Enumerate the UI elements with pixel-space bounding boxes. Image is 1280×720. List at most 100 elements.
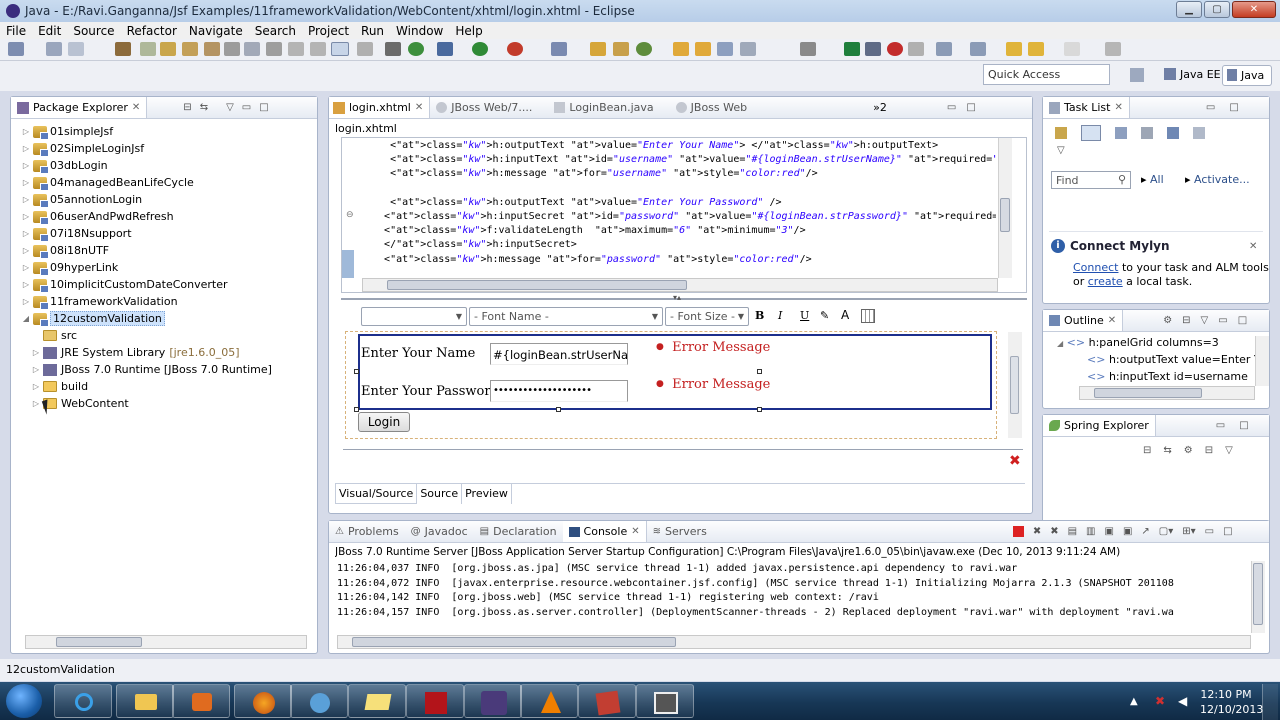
menu-help[interactable]: Help bbox=[449, 24, 488, 38]
source-code[interactable]: <"at">class="kw">h:outputText "at">value… bbox=[366, 139, 996, 267]
tree-child-item[interactable]: src bbox=[21, 327, 317, 344]
close-icon[interactable]: ✕ bbox=[1108, 315, 1116, 326]
project-item[interactable]: ▷ 10implicitCustomDateConverter bbox=[21, 276, 317, 293]
text-icon[interactable] bbox=[224, 42, 240, 56]
table-insert-icon[interactable] bbox=[861, 309, 875, 323]
profile-icon[interactable] bbox=[865, 42, 881, 56]
preview-vertical-scrollbar[interactable] bbox=[1008, 332, 1022, 438]
tree-child-item[interactable]: ▷ WebContent bbox=[21, 395, 317, 412]
scroll-thumb[interactable] bbox=[1253, 563, 1263, 625]
outline-row[interactable]: <> h:inputText id=username bbox=[1087, 370, 1255, 383]
menu-source[interactable]: Source bbox=[67, 24, 120, 38]
minimize-button[interactable]: ▁ bbox=[1176, 1, 1202, 18]
maximize-view-icon[interactable]: □ bbox=[259, 102, 268, 113]
cut-icon[interactable] bbox=[385, 42, 401, 56]
outline-vertical-scrollbar[interactable] bbox=[1255, 336, 1269, 386]
close-tab-icon[interactable]: ✕ bbox=[415, 102, 423, 113]
collapsed-arrow-icon[interactable]: ▷ bbox=[31, 348, 41, 357]
clock[interactable]: 12:10 PM 12/10/2013 bbox=[1200, 687, 1263, 717]
maximize-view-icon[interactable]: □ bbox=[1229, 102, 1238, 113]
collapsed-arrow-icon[interactable]: ▷ bbox=[31, 382, 41, 391]
login-button[interactable]: Login bbox=[358, 412, 410, 432]
next-annotation-icon[interactable] bbox=[970, 42, 986, 56]
external-tools-icon[interactable] bbox=[507, 42, 523, 56]
collapsed-arrow-icon[interactable]: ▷ bbox=[21, 212, 31, 221]
tab-outline[interactable]: Outline ✕ bbox=[1043, 310, 1124, 331]
perspective-java[interactable]: Java bbox=[1222, 65, 1272, 86]
taskbar-window-button[interactable] bbox=[636, 684, 694, 718]
refresh-icon[interactable] bbox=[636, 42, 652, 56]
annotation-icon[interactable] bbox=[936, 42, 952, 56]
menu-search[interactable]: Search bbox=[249, 24, 302, 38]
project-item[interactable]: ▷ 11frameworkValidation bbox=[21, 293, 317, 310]
collapsed-arrow-icon[interactable]: ▷ bbox=[21, 178, 31, 187]
font-color-icon[interactable]: A bbox=[841, 308, 849, 322]
collapse-all-icon[interactable]: ⊟ bbox=[183, 102, 191, 113]
folder-open-icon[interactable] bbox=[182, 42, 198, 56]
collapse-all-icon[interactable]: ⊟ bbox=[1182, 315, 1190, 326]
console-horizontal-scrollbar[interactable] bbox=[337, 635, 1251, 649]
menu-refactor[interactable]: Refactor bbox=[121, 24, 183, 38]
toggle-icon[interactable] bbox=[331, 42, 349, 56]
tab-package-explorer[interactable]: Package Explorer ✕ bbox=[11, 97, 148, 118]
scroll-thumb[interactable] bbox=[387, 280, 687, 290]
error-indicator-icon[interactable]: ✖ bbox=[1009, 453, 1021, 469]
tab-jboss-web-1[interactable]: JBoss Web/7.... bbox=[430, 97, 538, 118]
start-button[interactable] bbox=[6, 684, 42, 718]
panel-grid[interactable]: Enter Your Name #{loginBean.strUserNar ●… bbox=[358, 334, 992, 410]
collapsed-arrow-icon[interactable]: ▷ bbox=[21, 127, 31, 136]
task-view-menu-icon[interactable]: ▽ bbox=[1057, 145, 1065, 156]
minimize-view-icon[interactable]: ▭ bbox=[1206, 102, 1215, 113]
export-icon[interactable] bbox=[204, 42, 220, 56]
resize-handle[interactable] bbox=[757, 369, 762, 374]
collapse-icon[interactable] bbox=[1167, 127, 1179, 139]
show-desktop-button[interactable] bbox=[1262, 684, 1278, 720]
tree-child-item[interactable]: ▷ JBoss 7.0 Runtime [JBoss 7.0 Runtime] bbox=[21, 361, 317, 378]
minimize-view-icon[interactable]: ▭ bbox=[1218, 315, 1227, 326]
tree-child-item[interactable]: ▷ JRE System Library [jre1.6.0_05] bbox=[21, 344, 317, 361]
project-item[interactable]: ▷ 03dbLogin bbox=[21, 157, 317, 174]
create-link[interactable]: create bbox=[1088, 275, 1123, 288]
back-icon[interactable] bbox=[1006, 42, 1022, 56]
collapsed-arrow-icon[interactable]: ▷ bbox=[21, 161, 31, 170]
minimize-editor-icon[interactable]: ▭ bbox=[947, 102, 956, 113]
minimize-view-icon[interactable]: ▭ bbox=[242, 102, 251, 113]
web-icon[interactable] bbox=[244, 42, 260, 56]
scroll-thumb[interactable] bbox=[1010, 356, 1019, 414]
save-icon[interactable] bbox=[46, 42, 62, 56]
taskbar-eclipse-button[interactable] bbox=[464, 684, 522, 718]
open-type-icon[interactable] bbox=[590, 42, 606, 56]
pin-console-icon[interactable]: ↗ bbox=[1141, 526, 1149, 537]
taskbar-filezilla-button[interactable] bbox=[406, 684, 464, 718]
tab-task-list[interactable]: Task List ✕ bbox=[1043, 97, 1130, 118]
sync-icon[interactable] bbox=[1193, 127, 1205, 139]
stop-icon[interactable] bbox=[887, 42, 903, 56]
highlight-icon[interactable]: ✎ bbox=[820, 309, 829, 322]
form-icon[interactable] bbox=[310, 42, 326, 56]
remove-all-icon[interactable]: ✖ bbox=[1050, 526, 1058, 537]
filter-icon[interactable] bbox=[1141, 127, 1153, 139]
build-icon[interactable] bbox=[115, 42, 131, 56]
taskbar-explorer-button[interactable] bbox=[116, 684, 174, 718]
tab-login-xhtml[interactable]: login.xhtml ✕ bbox=[329, 97, 431, 118]
scroll-lock-icon[interactable]: ▥ bbox=[1086, 526, 1095, 537]
view-menu-icon[interactable]: ▽ bbox=[226, 102, 234, 113]
remove-launch-icon[interactable]: ✖ bbox=[1033, 526, 1041, 537]
run-icon[interactable] bbox=[472, 42, 488, 56]
new-icon[interactable] bbox=[8, 42, 24, 56]
outline-option-icon[interactable]: ⚙ bbox=[1163, 315, 1172, 326]
tray-arrow-icon[interactable]: ▲ bbox=[1130, 696, 1138, 707]
tab-declaration[interactable]: ▤ Declaration bbox=[474, 521, 563, 542]
search-icon[interactable] bbox=[551, 42, 567, 56]
open-console-icon[interactable]: ⊞▾ bbox=[1182, 526, 1195, 537]
maximize-view-icon[interactable]: □ bbox=[1223, 526, 1232, 537]
resize-handle[interactable] bbox=[757, 407, 762, 412]
menu-run[interactable]: Run bbox=[355, 24, 390, 38]
project-item[interactable]: ▷ 07i18Nsupport bbox=[21, 225, 317, 242]
project-item[interactable]: ◢ 12customValidation bbox=[21, 310, 317, 327]
menu-project[interactable]: Project bbox=[302, 24, 355, 38]
collapse-icon[interactable]: ⊟ bbox=[1205, 445, 1213, 456]
network-tray-icon[interactable]: ✖ bbox=[1155, 694, 1165, 708]
font-name-select[interactable]: - Font Name - ▼ bbox=[469, 307, 663, 326]
collapsed-arrow-icon[interactable]: ▷ bbox=[21, 195, 31, 204]
